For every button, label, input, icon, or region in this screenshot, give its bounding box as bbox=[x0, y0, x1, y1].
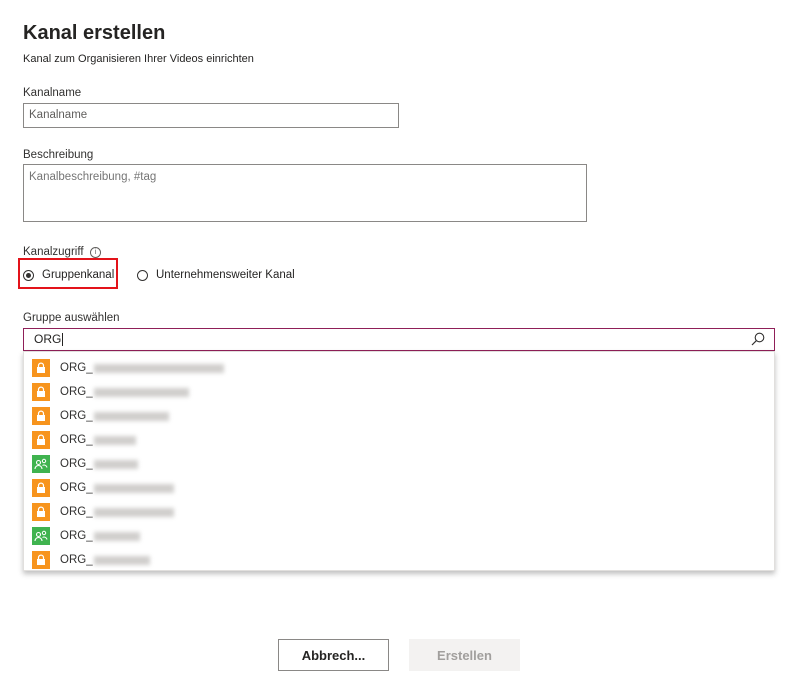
group-option[interactable]: ORG_ bbox=[32, 430, 136, 450]
group-option[interactable]: ORG_ bbox=[32, 526, 140, 546]
redacted-text bbox=[93, 507, 174, 517]
lock-icon bbox=[32, 479, 50, 497]
group-option-name: ORG_ bbox=[60, 410, 93, 422]
lock-icon bbox=[32, 431, 50, 449]
group-option-name: ORG_ bbox=[60, 554, 93, 566]
page-title: Kanal erstellen bbox=[23, 22, 166, 44]
people-icon bbox=[32, 455, 50, 473]
radio-label-org-wide-channel: Unternehmensweiter Kanal bbox=[156, 269, 295, 281]
cancel-button[interactable]: Abbrech... bbox=[278, 639, 389, 671]
lock-icon bbox=[32, 551, 50, 569]
redacted-text bbox=[93, 531, 140, 541]
lock-icon bbox=[32, 407, 50, 425]
group-option[interactable]: ORG_ bbox=[32, 358, 224, 378]
info-icon[interactable]: i bbox=[90, 247, 101, 258]
group-option[interactable]: ORG_ bbox=[32, 454, 138, 474]
redacted-text bbox=[93, 411, 169, 421]
radio-button-icon[interactable] bbox=[137, 269, 148, 281]
group-search-value: ORG bbox=[34, 332, 62, 346]
text-caret bbox=[62, 333, 64, 347]
group-option-name: ORG_ bbox=[60, 458, 93, 470]
group-option-name: ORG_ bbox=[60, 506, 93, 518]
description-input[interactable] bbox=[23, 164, 587, 222]
redacted-text bbox=[93, 555, 150, 565]
description-label: Beschreibung bbox=[23, 149, 94, 161]
highlight-box bbox=[18, 258, 118, 289]
group-option[interactable]: ORG_ bbox=[32, 478, 174, 498]
channel-name-label: Kanalname bbox=[23, 87, 82, 99]
radio-org-wide-channel[interactable]: Unternehmensweiter Kanal bbox=[137, 267, 295, 283]
select-group-label: Gruppe auswählen bbox=[23, 312, 120, 324]
create-button[interactable]: Erstellen bbox=[409, 639, 520, 671]
redacted-text bbox=[93, 435, 136, 445]
group-dropdown-list[interactable]: ORG_ ORG_ ORG_ ORG_ ORG_ ORG_ ORG_ ORG_ … bbox=[23, 351, 775, 571]
group-search-input[interactable]: ORG bbox=[23, 328, 775, 351]
redacted-text bbox=[93, 459, 138, 469]
group-option-name: ORG_ bbox=[60, 482, 93, 494]
channel-name-input[interactable]: Kanalname bbox=[23, 103, 399, 128]
lock-icon bbox=[32, 503, 50, 521]
group-option[interactable]: ORG_ bbox=[32, 406, 169, 426]
lock-icon bbox=[32, 383, 50, 401]
group-option[interactable]: ORG_ bbox=[32, 502, 174, 522]
redacted-text bbox=[93, 363, 224, 373]
search-icon[interactable] bbox=[751, 332, 765, 346]
group-option-name: ORG_ bbox=[60, 386, 93, 398]
group-option-name: ORG_ bbox=[60, 362, 93, 374]
redacted-text bbox=[93, 387, 189, 397]
group-option-name: ORG_ bbox=[60, 530, 93, 542]
group-option[interactable]: ORG_ bbox=[32, 550, 150, 570]
redacted-text bbox=[93, 483, 174, 493]
group-option[interactable]: ORG_ bbox=[32, 382, 189, 402]
page-subtitle: Kanal zum Organisieren Ihrer Videos einr… bbox=[23, 53, 254, 65]
group-option-name: ORG_ bbox=[60, 434, 93, 446]
lock-icon bbox=[32, 359, 50, 377]
people-icon bbox=[32, 527, 50, 545]
channel-access-label: Kanalzugriff bbox=[23, 246, 84, 258]
